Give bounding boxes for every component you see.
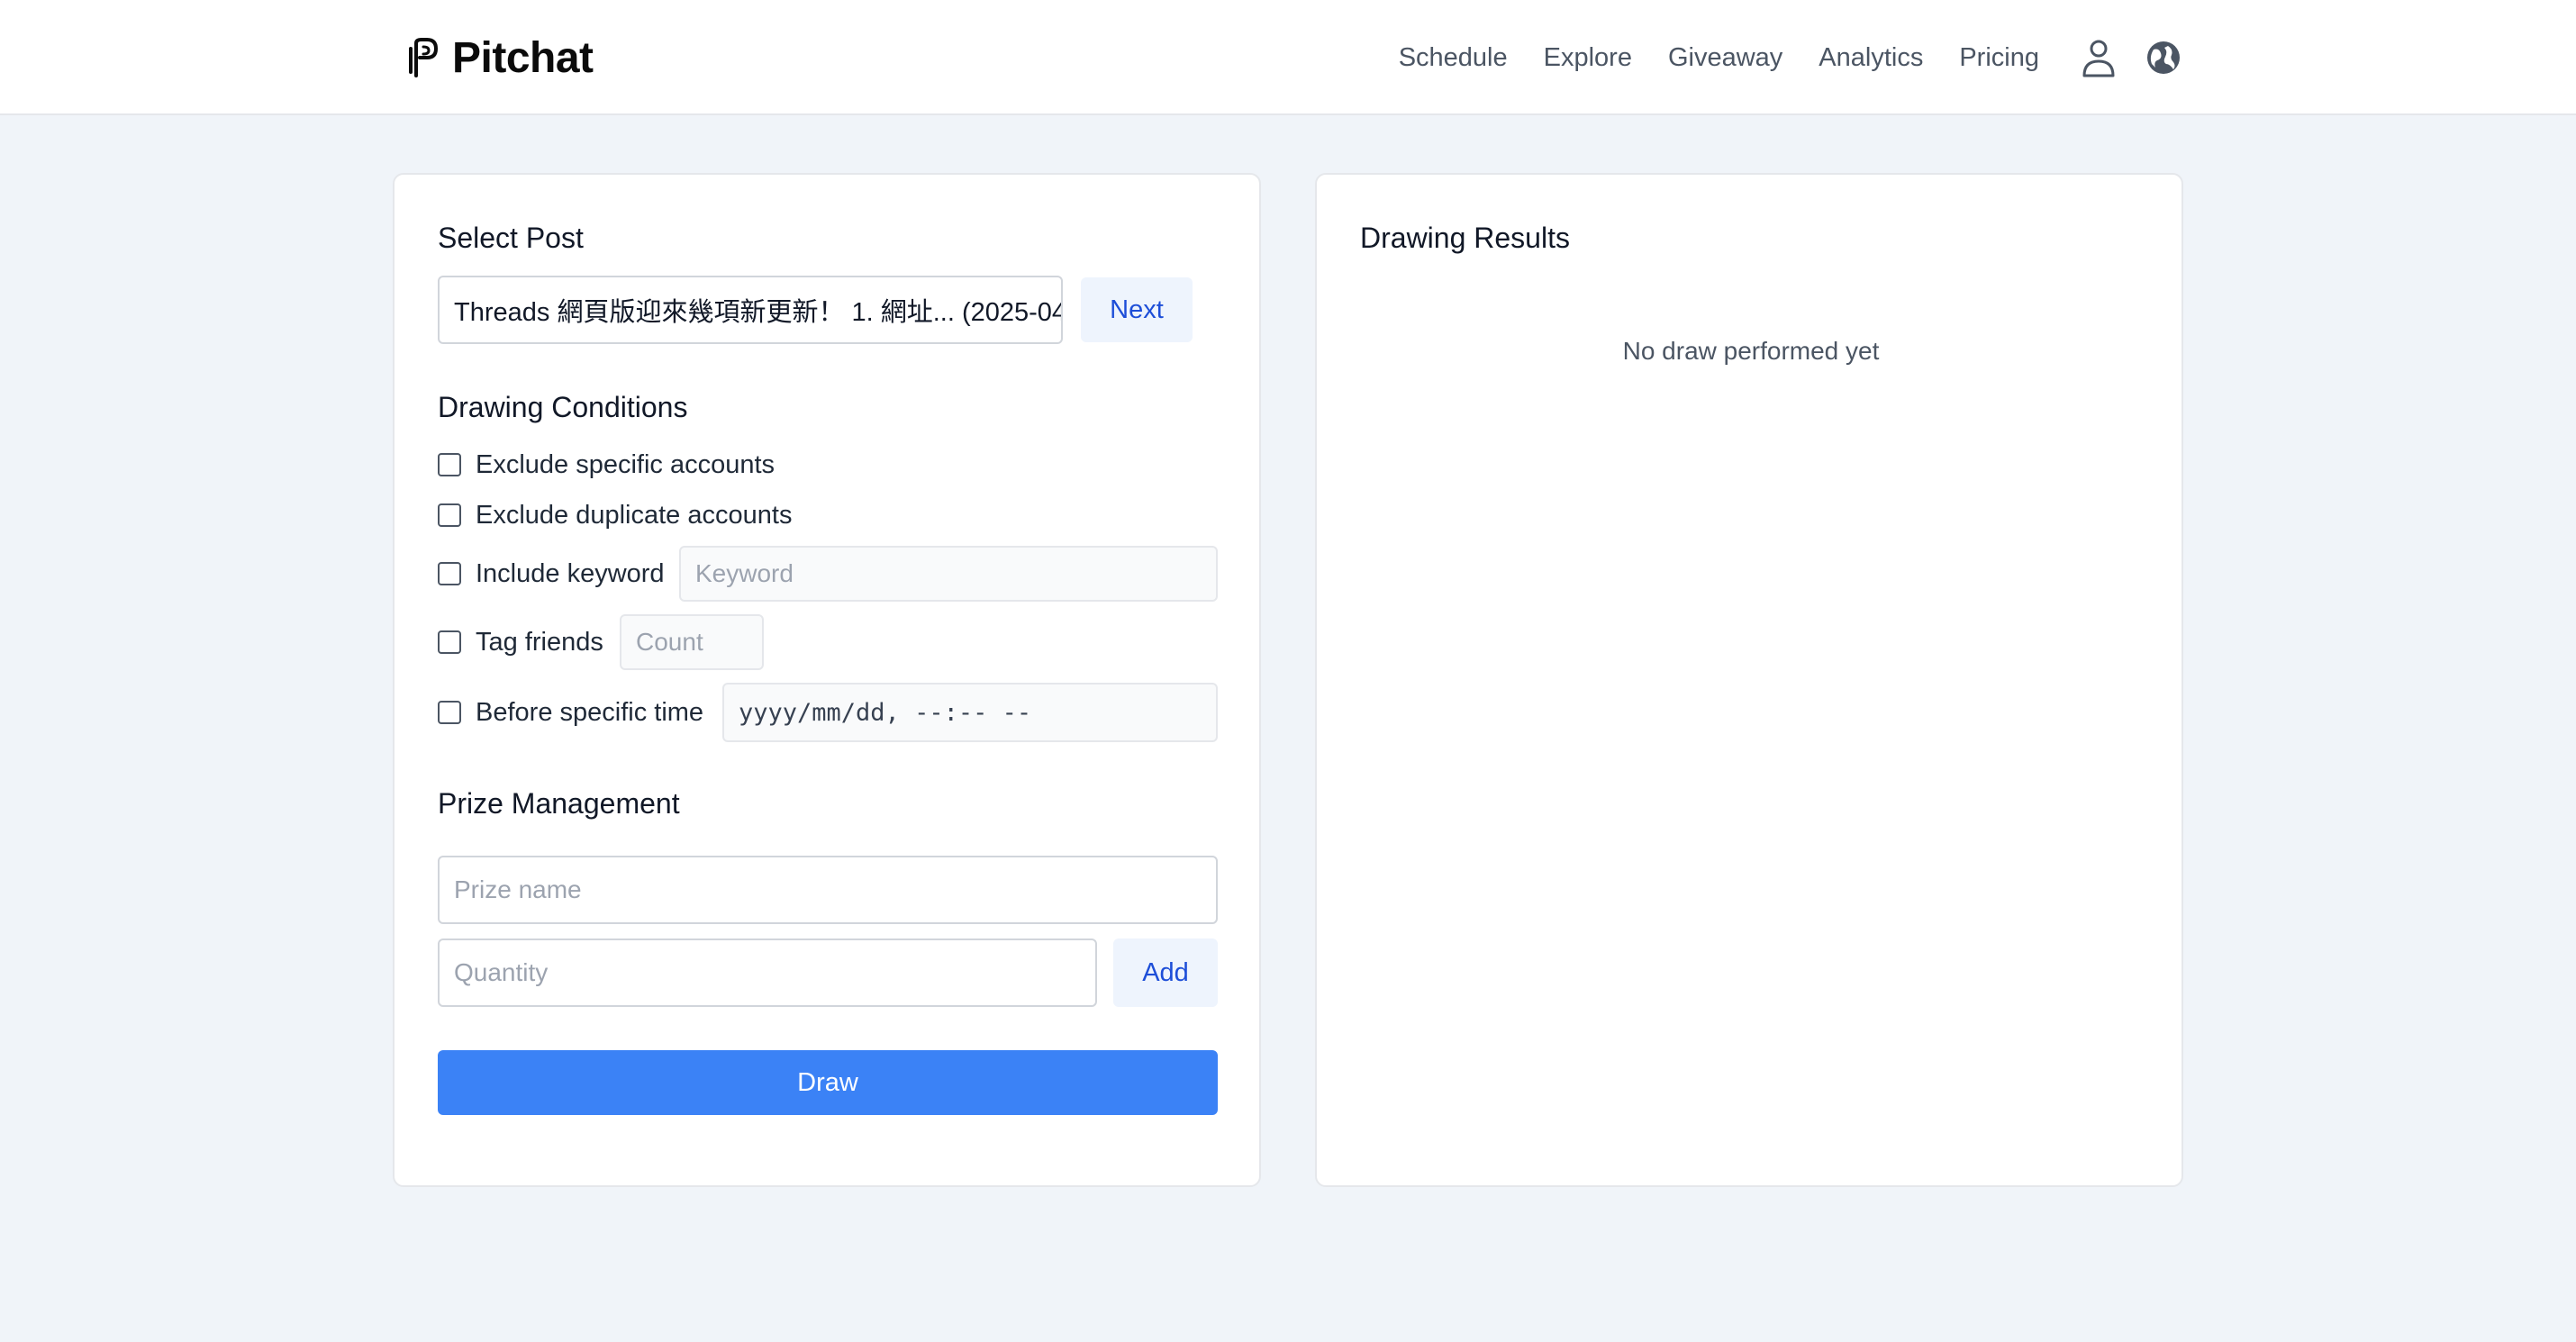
condition-include-keyword: Include keyword [438, 556, 665, 592]
brand-name: Pitchat [452, 33, 594, 82]
empty-results-message: No draw performed yet [1622, 337, 1880, 365]
prize-name-input[interactable] [438, 856, 1218, 924]
exclude-specific-label: Exclude specific accounts [476, 449, 776, 479]
main-nav: Schedule Explore Giveaway Analytics Pric… [1399, 31, 2183, 85]
select-post-title: Select Post [438, 222, 584, 254]
condition-before-time: Before specific time [438, 694, 703, 730]
add-prize-button[interactable]: Add [1113, 938, 1218, 1007]
top-header: Pitchat Schedule Explore Giveaway Analyt… [0, 0, 2576, 115]
condition-tag-friends: Tag friends [438, 624, 603, 660]
exclude-duplicate-label: Exclude duplicate accounts [476, 500, 793, 530]
include-keyword-checkbox[interactable] [438, 562, 461, 585]
condition-exclude-duplicate: Exclude duplicate accounts [438, 497, 792, 533]
before-time-checkbox[interactable] [438, 701, 461, 724]
giveaway-settings-card: Select Post Threads 網頁版迎來幾項新更新！ 1. 網址...… [393, 173, 1261, 1187]
tag-friends-checkbox[interactable] [438, 630, 461, 654]
nav-analytics[interactable]: Analytics [1819, 43, 1923, 73]
keyword-input[interactable] [679, 546, 1218, 602]
drawing-conditions-title: Drawing Conditions [438, 391, 688, 423]
tag-friends-label: Tag friends [476, 627, 603, 657]
nav-pricing[interactable]: Pricing [1959, 43, 2039, 73]
draw-button[interactable]: Draw [438, 1050, 1218, 1115]
include-keyword-label: Include keyword [476, 558, 665, 588]
exclude-specific-checkbox[interactable] [438, 453, 461, 476]
drawing-results-title: Drawing Results [1360, 222, 1570, 254]
nav-giveaway[interactable]: Giveaway [1668, 43, 1782, 73]
nav-schedule[interactable]: Schedule [1399, 43, 1508, 73]
exclude-duplicate-checkbox[interactable] [438, 503, 461, 527]
globe-icon[interactable] [2144, 38, 2183, 77]
before-time-label: Before specific time [476, 697, 704, 727]
logo[interactable]: Pitchat [405, 32, 594, 83]
tag-count-input[interactable] [620, 614, 764, 670]
pitchat-logo-icon [409, 38, 439, 77]
drawing-results-card: Drawing Results No draw performed yet [1315, 173, 2183, 1187]
nav-explore[interactable]: Explore [1544, 43, 1632, 73]
user-icon[interactable] [2079, 38, 2118, 77]
prize-management-title: Prize Management [438, 787, 680, 820]
post-select[interactable]: Threads 網頁版迎來幾項新更新！ 1. 網址... (2025-04 [438, 276, 1063, 344]
datetime-input[interactable]: yyyy/mm/dd, --:-- -- [722, 683, 1218, 742]
quantity-input[interactable] [438, 938, 1097, 1007]
next-button[interactable]: Next [1081, 277, 1193, 342]
condition-exclude-specific: Exclude specific accounts [438, 447, 775, 483]
